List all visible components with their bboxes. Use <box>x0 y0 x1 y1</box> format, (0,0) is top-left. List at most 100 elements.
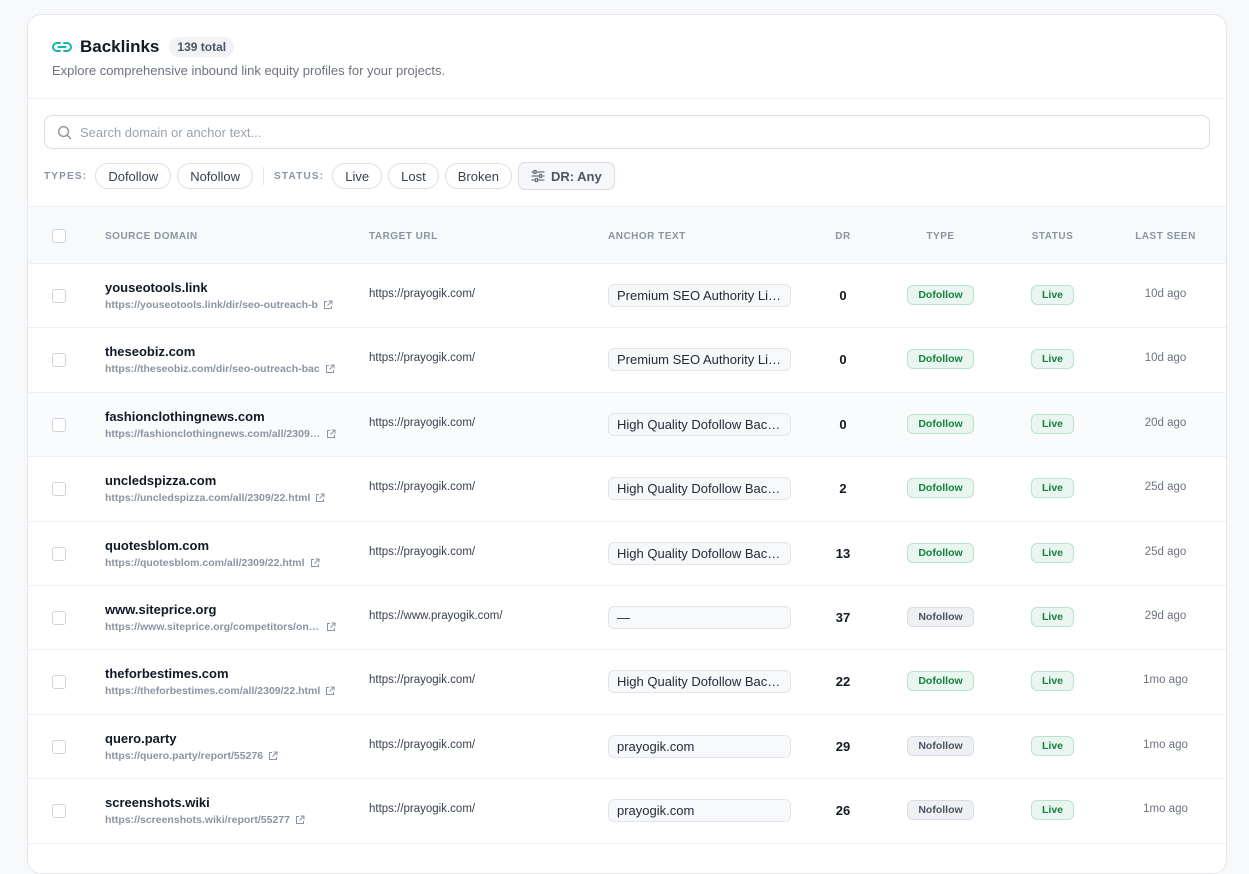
anchor-text: High Quality Dofollow Backlinks <box>608 541 791 565</box>
filter-dofollow[interactable]: Dofollow <box>95 163 172 189</box>
source-domain[interactable]: www.siteprice.org <box>105 602 217 617</box>
external-link-icon[interactable] <box>325 686 335 696</box>
source-domain[interactable]: theforbestimes.com <box>105 666 229 681</box>
source-url-link[interactable]: https://uncledspizza.com/all/2309/22.htm… <box>105 492 325 504</box>
dr-filter-button[interactable]: DR: Any <box>517 162 615 190</box>
column-target-url[interactable]: TARGET URL <box>369 207 438 265</box>
external-link-icon[interactable] <box>323 300 333 310</box>
source-domain[interactable]: fashionclothingnews.com <box>105 409 265 424</box>
row-checkbox[interactable] <box>52 417 66 432</box>
table-row[interactable]: theseobiz.com https://theseobiz.com/dir/s… <box>28 328 1226 393</box>
status-badge: Live <box>1031 285 1074 305</box>
anchor-text-value: prayogik.com <box>617 803 695 819</box>
type-badge: Nofollow <box>907 800 974 821</box>
last-seen: 10d ago <box>1144 352 1187 365</box>
row-checkbox[interactable] <box>52 482 66 497</box>
row-checkbox[interactable] <box>52 610 66 625</box>
column-type[interactable]: TYPE <box>907 207 974 265</box>
external-link-icon[interactable] <box>325 364 335 374</box>
filter-broken[interactable]: Broken <box>444 163 512 189</box>
table-row[interactable]: www.siteprice.org https://www.siteprice.o… <box>28 586 1226 651</box>
source-url[interactable]: https://youseotools.link/dir/seo-outreac… <box>105 299 318 311</box>
source-url-link[interactable]: https://quotesblom.com/all/2309/22.html <box>105 557 320 569</box>
anchor-text-value: Premium SEO Authority Links <box>617 352 782 368</box>
source-url-link[interactable]: https://youseotools.link/dir/seo-outreac… <box>105 299 333 311</box>
search-box[interactable] <box>44 115 1210 149</box>
column-status[interactable]: STATUS <box>1023 207 1082 265</box>
source-url[interactable]: https://theforbestimes.com/all/2309/22.h… <box>105 685 320 697</box>
table-row[interactable]: theforbestimes.com https://theforbestimes… <box>28 650 1226 715</box>
target-url: https://prayogik.com/ <box>369 545 476 558</box>
header: Backlinks 139 total Explore comprehensiv… <box>28 15 1226 99</box>
table-row[interactable]: screenshots.wiki https://screenshots.wiki… <box>28 779 1226 844</box>
table-header: SOURCE DOMAIN TARGET URL ANCHOR TEXT DR … <box>28 206 1226 265</box>
source-url[interactable]: https://www.siteprice.org/competitors/on… <box>105 621 321 633</box>
column-last-seen[interactable]: LAST SEEN <box>1128 207 1203 265</box>
row-checkbox[interactable] <box>52 353 66 368</box>
row-checkbox[interactable] <box>52 289 66 303</box>
source-url-link[interactable]: https://www.siteprice.org/competitors/on… <box>105 621 336 633</box>
filter-live[interactable]: Live <box>332 163 383 189</box>
external-link-icon[interactable] <box>310 558 320 568</box>
table-row[interactable]: fashionclothingnews.com https://fashioncl… <box>28 392 1226 458</box>
external-link-icon[interactable] <box>326 429 336 439</box>
type-badge: Nofollow <box>907 606 974 627</box>
last-seen: 1mo ago <box>1143 803 1188 816</box>
external-link-icon[interactable] <box>315 493 325 503</box>
source-url-link[interactable]: https://theforbestimes.com/all/2309/22.h… <box>105 685 335 697</box>
table-row[interactable]: quotesblom.com https://quotesblom.com/all… <box>28 522 1226 586</box>
search-input[interactable] <box>80 124 1180 140</box>
source-url-link[interactable]: https://quero.party/report/55276 <box>105 750 278 762</box>
external-link-icon[interactable] <box>268 751 278 761</box>
page-title: Backlinks <box>80 37 160 56</box>
external-link-icon[interactable] <box>326 622 336 632</box>
filter-lost[interactable]: Lost <box>388 163 439 189</box>
source-url[interactable]: https://quotesblom.com/all/2309/22.html <box>105 557 305 569</box>
source-domain[interactable]: quotesblom.com <box>105 538 209 553</box>
column-dr[interactable]: DR <box>823 207 863 265</box>
source-url-link[interactable]: https://fashionclothingnews.com/all/2309… <box>105 428 336 440</box>
link-icon <box>52 37 72 57</box>
status-badge: Live <box>1031 349 1074 370</box>
type-badge: Dofollow <box>907 478 974 499</box>
target-url: https://prayogik.com/ <box>369 416 476 429</box>
last-seen: 25d ago <box>1144 545 1187 558</box>
target-url: https://prayogik.com/ <box>369 288 476 300</box>
row-checkbox[interactable] <box>52 546 66 561</box>
status-badge: Live <box>1031 800 1074 821</box>
domain-rating: 37 <box>835 609 851 625</box>
source-url[interactable]: https://theseobiz.com/dir/seo-outreach-b… <box>105 363 320 375</box>
target-url: https://prayogik.com/ <box>369 803 476 816</box>
target-url: https://prayogik.com/ <box>369 738 476 751</box>
source-domain[interactable]: youseotools.link <box>105 280 208 295</box>
target-url: https://prayogik.com/ <box>369 481 476 494</box>
source-url[interactable]: https://uncledspizza.com/all/2309/22.htm… <box>105 492 310 504</box>
total-count-badge: 139 total <box>169 37 235 57</box>
source-url-link[interactable]: https://theseobiz.com/dir/seo-outreach-b… <box>105 363 335 375</box>
table-row[interactable]: youseotools.link https://youseotools.link… <box>28 264 1226 329</box>
source-domain[interactable]: uncledspizza.com <box>105 473 216 488</box>
source-url-link[interactable]: https://screenshots.wiki/report/55277 <box>105 814 305 826</box>
source-url[interactable]: https://screenshots.wiki/report/55277 <box>105 814 290 826</box>
row-checkbox[interactable] <box>52 739 66 754</box>
filter-nofollow[interactable]: Nofollow <box>177 163 254 189</box>
source-domain[interactable]: theseobiz.com <box>105 344 195 359</box>
table-row[interactable]: uncledspizza.com https://uncledspizza.com… <box>28 457 1226 522</box>
domain-rating: 22 <box>835 674 851 690</box>
source-domain[interactable]: screenshots.wiki <box>105 795 210 810</box>
source-url[interactable]: https://quero.party/report/55276 <box>105 750 263 762</box>
status-label: STATUS: <box>274 170 325 182</box>
column-anchor-text[interactable]: ANCHOR TEXT <box>608 207 686 265</box>
anchor-text: High Quality Dofollow Backlinks <box>608 670 791 694</box>
domain-rating: 29 <box>835 738 851 754</box>
domain-rating: 0 <box>839 288 847 303</box>
status-badge: Live <box>1031 735 1074 756</box>
table-row[interactable]: quero.party https://quero.party/report/55… <box>28 715 1226 780</box>
external-link-icon[interactable] <box>295 815 305 825</box>
column-source-domain[interactable]: SOURCE DOMAIN <box>105 207 198 265</box>
source-url[interactable]: https://fashionclothingnews.com/all/2309… <box>105 428 321 440</box>
select-all-checkbox[interactable] <box>52 229 66 243</box>
row-checkbox[interactable] <box>52 675 66 690</box>
source-domain[interactable]: quero.party <box>105 731 177 746</box>
row-checkbox[interactable] <box>52 804 66 819</box>
